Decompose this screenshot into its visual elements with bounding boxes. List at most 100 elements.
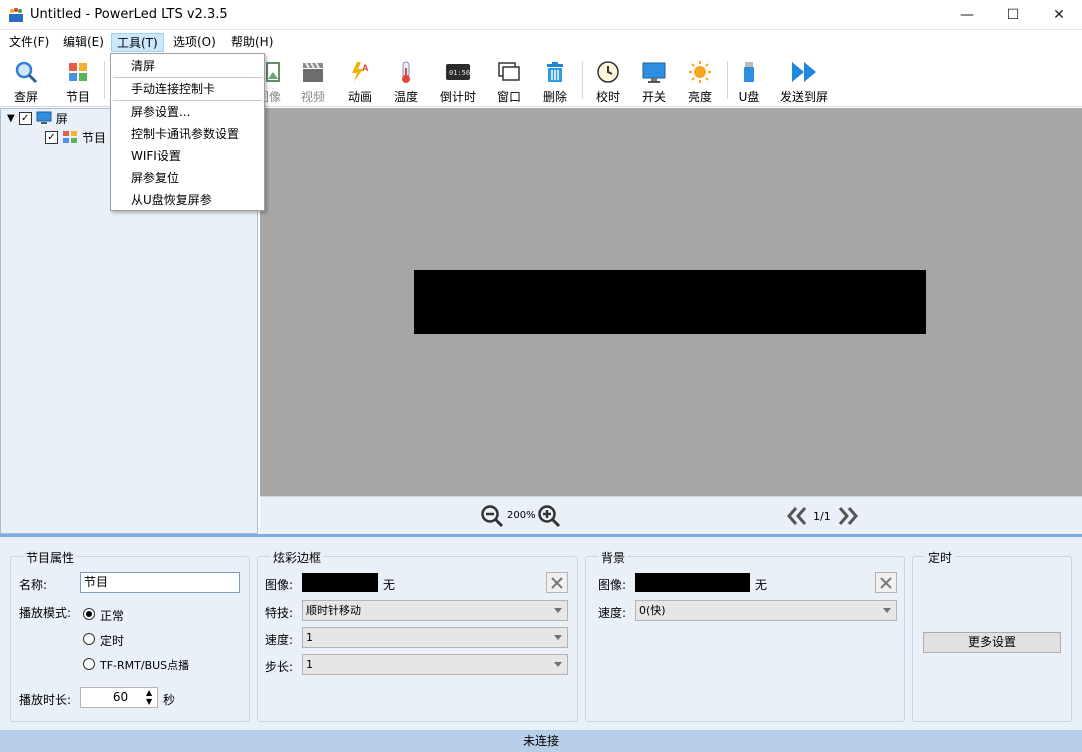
- toolbar-separator: [104, 61, 105, 99]
- chevron-down-icon: [554, 635, 562, 640]
- group-title: 定时: [925, 549, 956, 566]
- clock-icon: [595, 59, 621, 85]
- udisk-button[interactable]: U盘: [736, 55, 762, 105]
- monitor-icon: [641, 59, 667, 85]
- close-icon: [551, 576, 563, 589]
- delete-button[interactable]: 删除: [540, 55, 570, 105]
- led-screen-preview[interactable]: [414, 270, 926, 334]
- window-button[interactable]: 窗口: [494, 55, 524, 105]
- border-step-label: 步长:: [265, 660, 294, 674]
- border-step-select[interactable]: 1: [302, 654, 568, 675]
- usb-drive-icon: [736, 59, 762, 85]
- menu-clear-screen[interactable]: 清屏: [111, 55, 264, 77]
- zoom-out-icon[interactable]: [480, 504, 504, 528]
- zoom-bar: 200% 1/1: [260, 496, 1082, 534]
- status-bar: 未连接: [0, 730, 1082, 752]
- border-image-label: 图像:: [265, 578, 294, 592]
- close-button[interactable]: ✕: [1036, 0, 1082, 30]
- brightness-button[interactable]: 亮度: [685, 55, 715, 105]
- background-group: 背景 图像: 无 速度: 0(快): [585, 549, 905, 722]
- screen-checkbox[interactable]: ✓: [18, 111, 32, 125]
- window-title: Untitled - PowerLed LTS v2.3.5: [30, 7, 228, 22]
- group-title: 背景: [598, 549, 629, 566]
- query-screen-button[interactable]: 查屏: [8, 55, 44, 105]
- mode-normal-label: 正常: [100, 609, 125, 623]
- video-button[interactable]: 视频: [298, 55, 328, 105]
- menu-reset-params[interactable]: 屏参复位: [111, 167, 264, 189]
- countdown-button[interactable]: 01:56 倒计时: [438, 55, 478, 105]
- bg-image-preview[interactable]: [635, 573, 750, 592]
- menu-edit[interactable]: 编辑(E): [58, 33, 109, 52]
- duration-label: 播放时长:: [19, 693, 72, 707]
- menu-options[interactable]: 选项(O): [168, 33, 221, 52]
- svg-text:01:56: 01:56: [449, 69, 470, 77]
- sun-icon: [687, 59, 713, 85]
- menu-wifi-settings[interactable]: WIFI设置: [111, 145, 264, 167]
- spin-arrows-icon[interactable]: ▲ ▼: [146, 688, 152, 706]
- minimize-button[interactable]: —: [944, 0, 990, 30]
- previous-page-icon[interactable]: [786, 506, 808, 526]
- thermometer-icon: [393, 59, 419, 85]
- menu-restore-from-udisk[interactable]: 从U盘恢复屏参: [111, 189, 264, 211]
- bg-image-value: 无: [755, 578, 768, 592]
- lightning-icon: A: [347, 59, 373, 85]
- timing-group: 定时 更多设置: [912, 549, 1072, 722]
- group-title: 炫彩边框: [270, 549, 325, 566]
- program-name-input[interactable]: 节目: [80, 572, 240, 593]
- menu-file[interactable]: 文件(F): [4, 33, 54, 52]
- program-icon: [63, 131, 77, 143]
- digital-clock-icon: 01:56: [445, 59, 471, 85]
- menu-tools[interactable]: 工具(T): [111, 33, 164, 52]
- program-properties-group: 节目属性 名称: 节目 播放模式: 正常 定时 TF-RMT/BUS点播 播放时…: [10, 549, 250, 722]
- maximize-button[interactable]: ☐: [990, 0, 1036, 30]
- border-group: 炫彩边框 图像: 无 特技: 顺时针移动 速度: 1 步长: 1: [257, 549, 578, 722]
- zoom-in-icon[interactable]: [537, 504, 561, 528]
- border-effect-select[interactable]: 顺时针移动: [302, 600, 568, 621]
- timesync-button[interactable]: 校时: [593, 55, 623, 105]
- tree-node-screen[interactable]: ▼ ✓ 屏: [7, 109, 68, 127]
- mode-timed-radio[interactable]: [83, 633, 95, 645]
- bg-speed-select[interactable]: 0(快): [635, 600, 897, 621]
- program-button[interactable]: 节目: [60, 55, 96, 105]
- tree-label-screen: 屏: [55, 111, 68, 126]
- mode-tf-label: TF-RMT/BUS点播: [100, 659, 190, 672]
- temperature-button[interactable]: 温度: [391, 55, 421, 105]
- chevron-down-icon: [554, 608, 562, 613]
- name-label: 名称:: [19, 578, 48, 592]
- mode-normal-radio[interactable]: [83, 608, 95, 620]
- border-image-preview[interactable]: [302, 573, 378, 592]
- clear-border-image-button[interactable]: [546, 572, 568, 593]
- menu-help[interactable]: 帮助(H): [226, 33, 278, 52]
- border-speed-select[interactable]: 1: [302, 627, 568, 648]
- next-page-icon[interactable]: [837, 506, 859, 526]
- chevron-down-icon[interactable]: ▼: [7, 113, 15, 124]
- border-speed-label: 速度:: [265, 633, 294, 647]
- fast-forward-icon: [791, 59, 817, 85]
- group-title: 节目属性: [23, 549, 78, 566]
- toolbar-separator: [727, 61, 728, 99]
- menu-comm-params[interactable]: 控制卡通讯参数设置: [111, 123, 264, 145]
- animation-button[interactable]: A 动画: [345, 55, 375, 105]
- program-checkbox[interactable]: ✓: [45, 130, 58, 144]
- preview-canvas[interactable]: [260, 108, 1082, 496]
- bg-speed-label: 速度:: [598, 606, 627, 620]
- border-image-value: 无: [383, 578, 396, 592]
- menu-manual-connect[interactable]: 手动连接控制卡: [111, 78, 264, 100]
- trash-icon: [542, 59, 568, 85]
- clapperboard-icon: [300, 59, 326, 85]
- window-icon: [496, 59, 522, 85]
- bg-image-label: 图像:: [598, 578, 627, 592]
- power-button[interactable]: 开关: [639, 55, 669, 105]
- send-to-screen-button[interactable]: 发送到屏: [776, 55, 832, 105]
- tree-label-program: 节目: [82, 130, 107, 145]
- clear-bg-image-button[interactable]: [875, 572, 897, 593]
- more-settings-button[interactable]: 更多设置: [923, 632, 1061, 653]
- mode-timed-label: 定时: [100, 634, 125, 648]
- tree-node-program[interactable]: ✓ 节目: [45, 128, 106, 146]
- page-indicator: 1/1: [813, 510, 831, 523]
- properties-panel: 节目属性 名称: 节目 播放模式: 正常 定时 TF-RMT/BUS点播 播放时…: [0, 534, 1082, 730]
- program-icon: [65, 59, 91, 85]
- menu-screen-params[interactable]: 屏参设置...: [111, 101, 264, 123]
- app-icon: [9, 8, 23, 22]
- mode-tf-radio[interactable]: [83, 658, 95, 670]
